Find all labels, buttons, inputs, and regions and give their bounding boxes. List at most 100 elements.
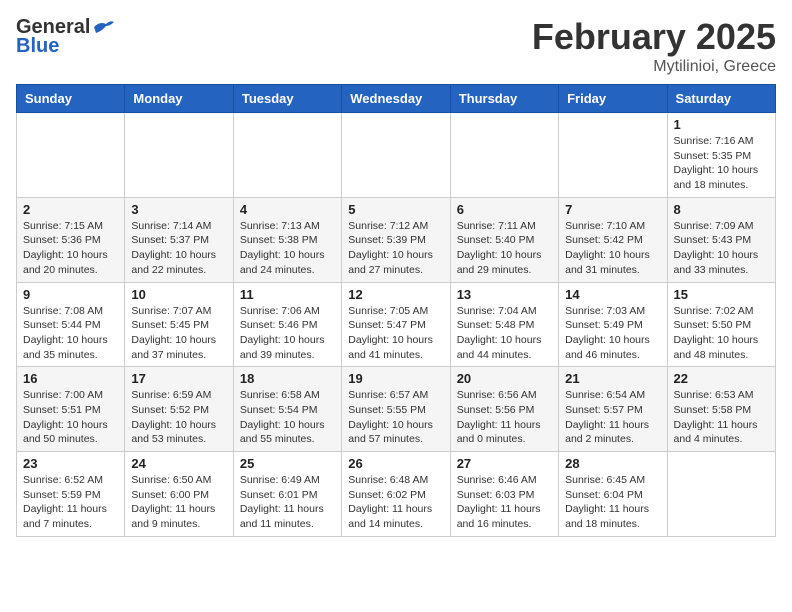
calendar-cell: 26Sunrise: 6:48 AM Sunset: 6:02 PM Dayli… — [342, 452, 450, 537]
day-info: Sunrise: 6:50 AM Sunset: 6:00 PM Dayligh… — [131, 473, 226, 532]
calendar-cell — [559, 113, 667, 198]
calendar-week-5: 23 Sunrise: 6:52 AM Sunset: 5:59 PM Dayli… — [17, 452, 776, 537]
day-info: Sunrise: 6:53 AM Sunset: 5:58 PM Dayligh… — [674, 388, 769, 447]
logo-blue-text: Blue — [16, 35, 59, 58]
day-info: Sunrise: 6:49 AM Sunset: 6:01 PM Dayligh… — [240, 473, 335, 532]
logo: General Blue — [16, 16, 114, 58]
day-info: Sunrise: 7:08 AM Sunset: 5:44 PM Dayligh… — [23, 304, 118, 363]
calendar-header-wednesday: Wednesday — [342, 85, 450, 113]
calendar-week-4: 16 Sunrise: 7:00 AM Sunset: 5:51 PM Dayli… — [17, 367, 776, 452]
calendar-cell — [125, 113, 233, 198]
page-header: General Blue February 2025 Mytilinioi, G… — [16, 16, 776, 76]
calendar-cell: 14 Sunrise: 7:03 AM Sunset: 5:49 PM Dayli… — [559, 282, 667, 367]
day-number: 7 — [565, 202, 660, 217]
calendar-week-1: 1Sunrise: 7:16 AM Sunset: 5:35 PM Daylig… — [17, 113, 776, 198]
day-number: 20 — [457, 371, 552, 386]
day-info: Sunrise: 7:09 AM Sunset: 5:43 PM Dayligh… — [674, 219, 769, 278]
day-info: Sunrise: 6:54 AM Sunset: 5:57 PM Dayligh… — [565, 388, 660, 447]
calendar-cell: 19Sunrise: 6:57 AM Sunset: 5:55 PM Dayli… — [342, 367, 450, 452]
calendar-cell: 5 Sunrise: 7:12 AM Sunset: 5:39 PM Daylig… — [342, 197, 450, 282]
day-info: Sunrise: 7:13 AM Sunset: 5:38 PM Dayligh… — [240, 219, 335, 278]
day-info: Sunrise: 7:16 AM Sunset: 5:35 PM Dayligh… — [674, 134, 769, 193]
day-number: 11 — [240, 287, 335, 302]
title-block: February 2025 Mytilinioi, Greece — [532, 16, 776, 76]
day-info: Sunrise: 7:14 AM Sunset: 5:37 PM Dayligh… — [131, 219, 226, 278]
calendar-cell: 3 Sunrise: 7:14 AM Sunset: 5:37 PM Daylig… — [125, 197, 233, 282]
day-number: 4 — [240, 202, 335, 217]
calendar-cell: 23 Sunrise: 6:52 AM Sunset: 5:59 PM Dayli… — [17, 452, 125, 537]
day-number: 13 — [457, 287, 552, 302]
day-info: Sunrise: 6:59 AM Sunset: 5:52 PM Dayligh… — [131, 388, 226, 447]
calendar-header-sunday: Sunday — [17, 85, 125, 113]
day-info: Sunrise: 6:58 AM Sunset: 5:54 PM Dayligh… — [240, 388, 335, 447]
calendar-cell: 9 Sunrise: 7:08 AM Sunset: 5:44 PM Daylig… — [17, 282, 125, 367]
day-info: Sunrise: 6:45 AM Sunset: 6:04 PM Dayligh… — [565, 473, 660, 532]
day-number: 21 — [565, 371, 660, 386]
calendar-header-friday: Friday — [559, 85, 667, 113]
calendar-cell: 21 Sunrise: 6:54 AM Sunset: 5:57 PM Dayli… — [559, 367, 667, 452]
calendar-cell: 13 Sunrise: 7:04 AM Sunset: 5:48 PM Dayli… — [450, 282, 558, 367]
day-info: Sunrise: 7:07 AM Sunset: 5:45 PM Dayligh… — [131, 304, 226, 363]
calendar-cell — [342, 113, 450, 198]
day-info: Sunrise: 7:12 AM Sunset: 5:39 PM Dayligh… — [348, 219, 443, 278]
calendar-cell: 12 Sunrise: 7:05 AM Sunset: 5:47 PM Dayli… — [342, 282, 450, 367]
day-number: 6 — [457, 202, 552, 217]
day-info: Sunrise: 7:04 AM Sunset: 5:48 PM Dayligh… — [457, 304, 552, 363]
calendar-header-monday: Monday — [125, 85, 233, 113]
calendar-cell: 28Sunrise: 6:45 AM Sunset: 6:04 PM Dayli… — [559, 452, 667, 537]
calendar-cell: 11 Sunrise: 7:06 AM Sunset: 5:46 PM Dayli… — [233, 282, 341, 367]
calendar-cell: 8 Sunrise: 7:09 AM Sunset: 5:43 PM Daylig… — [667, 197, 775, 282]
day-info: Sunrise: 7:05 AM Sunset: 5:47 PM Dayligh… — [348, 304, 443, 363]
calendar-cell — [233, 113, 341, 198]
day-info: Sunrise: 7:10 AM Sunset: 5:42 PM Dayligh… — [565, 219, 660, 278]
day-number: 25 — [240, 456, 335, 471]
day-info: Sunrise: 7:00 AM Sunset: 5:51 PM Dayligh… — [23, 388, 118, 447]
calendar-cell: 10 Sunrise: 7:07 AM Sunset: 5:45 PM Dayli… — [125, 282, 233, 367]
day-number: 24 — [131, 456, 226, 471]
calendar-body: 1Sunrise: 7:16 AM Sunset: 5:35 PM Daylig… — [17, 113, 776, 537]
calendar-cell: 1Sunrise: 7:16 AM Sunset: 5:35 PM Daylig… — [667, 113, 775, 198]
day-number: 22 — [674, 371, 769, 386]
calendar-cell: 7 Sunrise: 7:10 AM Sunset: 5:42 PM Daylig… — [559, 197, 667, 282]
calendar-cell: 25 Sunrise: 6:49 AM Sunset: 6:01 PM Dayli… — [233, 452, 341, 537]
day-number: 12 — [348, 287, 443, 302]
day-number: 27 — [457, 456, 552, 471]
day-number: 14 — [565, 287, 660, 302]
day-number: 26 — [348, 456, 443, 471]
day-info: Sunrise: 7:03 AM Sunset: 5:49 PM Dayligh… — [565, 304, 660, 363]
calendar-cell: 24 Sunrise: 6:50 AM Sunset: 6:00 PM Dayli… — [125, 452, 233, 537]
location: Mytilinioi, Greece — [532, 58, 776, 76]
day-number: 23 — [23, 456, 118, 471]
calendar-cell — [17, 113, 125, 198]
calendar-week-3: 9 Sunrise: 7:08 AM Sunset: 5:44 PM Daylig… — [17, 282, 776, 367]
day-number: 18 — [240, 371, 335, 386]
calendar: SundayMondayTuesdayWednesdayThursdayFrid… — [16, 84, 776, 537]
day-number: 16 — [23, 371, 118, 386]
calendar-week-2: 2 Sunrise: 7:15 AM Sunset: 5:36 PM Daylig… — [17, 197, 776, 282]
calendar-cell: 6 Sunrise: 7:11 AM Sunset: 5:40 PM Daylig… — [450, 197, 558, 282]
calendar-header-thursday: Thursday — [450, 85, 558, 113]
day-number: 15 — [674, 287, 769, 302]
day-number: 19 — [348, 371, 443, 386]
calendar-cell — [450, 113, 558, 198]
calendar-cell: 16 Sunrise: 7:00 AM Sunset: 5:51 PM Dayli… — [17, 367, 125, 452]
day-info: Sunrise: 7:06 AM Sunset: 5:46 PM Dayligh… — [240, 304, 335, 363]
day-number: 5 — [348, 202, 443, 217]
day-info: Sunrise: 6:52 AM Sunset: 5:59 PM Dayligh… — [23, 473, 118, 532]
logo-bird-icon — [92, 19, 114, 37]
calendar-cell: 20Sunrise: 6:56 AM Sunset: 5:56 PM Dayli… — [450, 367, 558, 452]
calendar-cell: 4 Sunrise: 7:13 AM Sunset: 5:38 PM Daylig… — [233, 197, 341, 282]
day-number: 8 — [674, 202, 769, 217]
calendar-cell: 15Sunrise: 7:02 AM Sunset: 5:50 PM Dayli… — [667, 282, 775, 367]
day-info: Sunrise: 7:11 AM Sunset: 5:40 PM Dayligh… — [457, 219, 552, 278]
day-number: 3 — [131, 202, 226, 217]
day-number: 2 — [23, 202, 118, 217]
day-info: Sunrise: 7:15 AM Sunset: 5:36 PM Dayligh… — [23, 219, 118, 278]
day-number: 10 — [131, 287, 226, 302]
day-info: Sunrise: 6:46 AM Sunset: 6:03 PM Dayligh… — [457, 473, 552, 532]
calendar-cell: 17Sunrise: 6:59 AM Sunset: 5:52 PM Dayli… — [125, 367, 233, 452]
calendar-cell — [667, 452, 775, 537]
day-number: 9 — [23, 287, 118, 302]
calendar-header-saturday: Saturday — [667, 85, 775, 113]
calendar-cell: 22 Sunrise: 6:53 AM Sunset: 5:58 PM Dayli… — [667, 367, 775, 452]
